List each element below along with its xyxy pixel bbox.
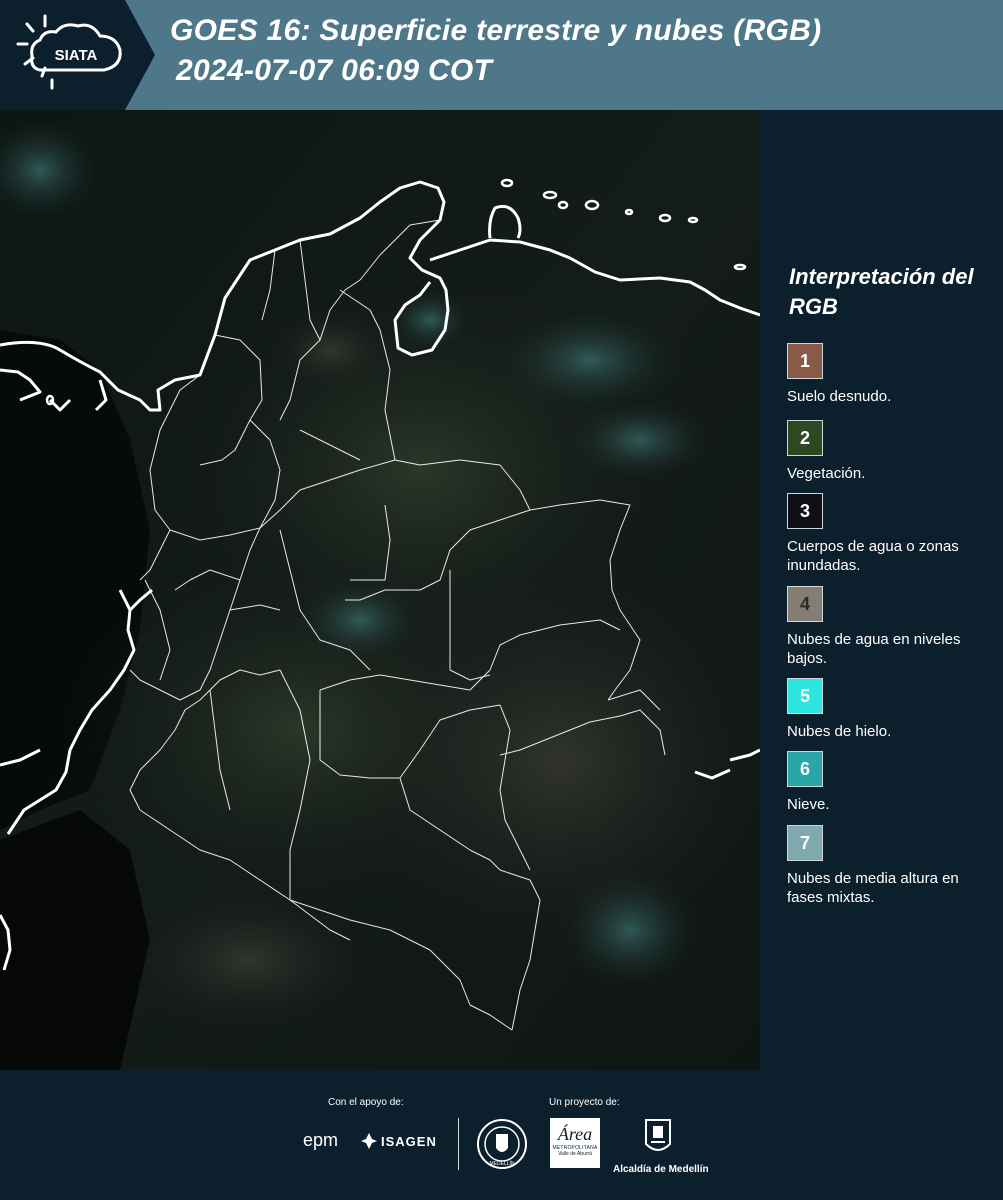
legend-label: Nubes de hielo. bbox=[787, 723, 892, 740]
page-timestamp: 2024-07-07 06:09 COT bbox=[176, 54, 493, 87]
legend-swatch: 6 bbox=[787, 751, 823, 787]
alcaldia-logo-text: Alcaldía de Medellín bbox=[613, 1164, 709, 1175]
siata-logo-graphic: SIATA bbox=[0, 0, 155, 110]
siata-logo-text: SIATA bbox=[55, 47, 98, 64]
siata-logo: SIATA bbox=[0, 0, 155, 110]
legend-label: Suelo desnudo. bbox=[787, 388, 892, 405]
legend-item-ice-clouds: 5 Nubes de hielo. bbox=[787, 678, 997, 741]
alcaldia-shield-icon bbox=[645, 1119, 671, 1151]
legend-swatch: 5 bbox=[787, 678, 823, 714]
legend-label: Nubes de agua en niveles bajos. bbox=[787, 631, 961, 667]
medellin-seal-icon: MEDELLÍN bbox=[477, 1119, 527, 1169]
epm-logo-text: epm bbox=[303, 1130, 339, 1150]
legend-label: Nieve. bbox=[787, 796, 830, 813]
legend-item-vegetation: 2 Vegetación. bbox=[787, 420, 997, 483]
area-logo-subtext2: Valle de Aburrá bbox=[558, 1151, 592, 1157]
legend-swatch: 3 bbox=[787, 493, 823, 529]
seal-text: MEDELLÍN bbox=[489, 1160, 514, 1167]
area-metropolitana-logo: Área METROPOLITANA Valle de Aburrá bbox=[550, 1118, 600, 1168]
isagen-logo: ISAGEN bbox=[360, 1132, 437, 1150]
legend-swatch: 2 bbox=[787, 420, 823, 456]
legend-swatch: 1 bbox=[787, 343, 823, 379]
legend-item-bare-soil: 1 Suelo desnudo. bbox=[787, 343, 997, 406]
footer-separator bbox=[458, 1118, 459, 1170]
page-title: GOES 16: Superficie terrestre y nubes (R… bbox=[170, 14, 822, 47]
legend-label: Cuerpos de agua o zonas inundadas. bbox=[787, 538, 959, 574]
legend-title: Interpretación del RGB bbox=[789, 264, 974, 319]
footer: Con el apoyo de: Un proyecto de: epm ISA… bbox=[0, 1070, 1003, 1200]
support-caption: Con el apoyo de: bbox=[328, 1097, 404, 1108]
legend-label: Nubes de media altura en fases mixtas. bbox=[787, 870, 959, 906]
legend-swatch: 4 bbox=[787, 586, 823, 622]
legend-item-mid-mixed-clouds: 7 Nubes de media altura en fases mixtas. bbox=[787, 825, 997, 907]
legend-item-low-water-clouds: 4 Nubes de agua en niveles bajos. bbox=[787, 586, 997, 668]
project-caption: Un proyecto de: bbox=[549, 1097, 620, 1108]
isagen-logo-text: ISAGEN bbox=[381, 1133, 437, 1149]
legend-label: Vegetación. bbox=[787, 465, 866, 482]
epm-logo: epm bbox=[303, 1130, 338, 1151]
satellite-image bbox=[0, 110, 760, 1070]
medellin-seal-logo: MEDELLÍN bbox=[476, 1118, 528, 1175]
alcaldia-medellin-logo: Alcaldía de Medellín bbox=[613, 1118, 709, 1175]
legend-swatch: 7 bbox=[787, 825, 823, 861]
satellite-map bbox=[0, 110, 760, 1070]
isagen-icon bbox=[361, 1133, 377, 1149]
header-bar: SIATA GOES 16: Superficie terrestre y nu… bbox=[0, 0, 1003, 110]
area-logo-text: Área bbox=[557, 1124, 593, 1144]
legend-item-snow: 6 Nieve. bbox=[787, 751, 997, 814]
legend-item-water-bodies: 3 Cuerpos de agua o zonas inundadas. bbox=[787, 493, 997, 575]
legend-panel: Interpretación del RGB 1 Suelo desnudo. … bbox=[760, 110, 1003, 1070]
